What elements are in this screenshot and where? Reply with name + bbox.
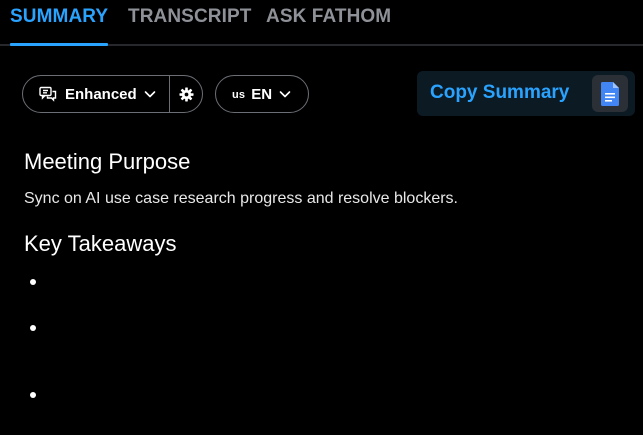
- tab-bar: SUMMARY TRANSCRIPT ASK FATHOM: [0, 0, 643, 46]
- meeting-purpose-text: Sync on AI use case research progress an…: [24, 190, 458, 207]
- chevron-down-icon: [278, 87, 292, 101]
- summary-mode-dropdown[interactable]: Enhanced: [23, 76, 171, 112]
- chat-bubbles-icon: [39, 86, 57, 102]
- list-item: [30, 325, 36, 331]
- chevron-down-icon: [143, 87, 157, 101]
- tab-transcript[interactable]: TRANSCRIPT: [128, 6, 251, 28]
- language-dropdown[interactable]: us EN: [215, 75, 309, 113]
- gear-icon: [179, 86, 194, 102]
- list-item: [30, 392, 36, 398]
- summary-settings-button[interactable]: [170, 76, 202, 112]
- key-takeaways-heading: Key Takeaways: [24, 231, 177, 256]
- copy-summary-label: Copy Summary: [430, 82, 570, 103]
- tab-summary[interactable]: SUMMARY: [10, 6, 108, 28]
- summary-mode-control: Enhanced: [22, 75, 203, 113]
- google-docs-icon: [592, 75, 628, 112]
- active-tab-indicator: [10, 43, 108, 46]
- summary-mode-label: Enhanced: [65, 85, 137, 103]
- tab-ask-fathom[interactable]: ASK FATHOM: [266, 6, 391, 28]
- meeting-purpose-heading: Meeting Purpose: [24, 149, 191, 174]
- language-flag: us: [232, 89, 246, 101]
- copy-summary-button[interactable]: Copy Summary: [417, 71, 635, 116]
- language-label: EN: [251, 85, 273, 103]
- list-item: [30, 279, 36, 285]
